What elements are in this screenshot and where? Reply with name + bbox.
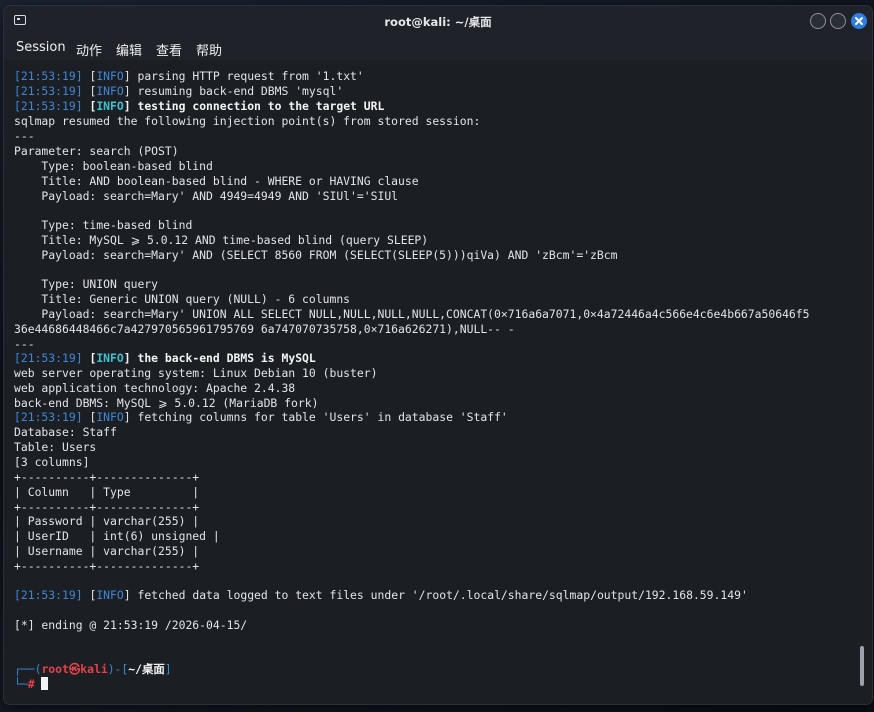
log-line: [21:53:19] [INFO] fetched data logged to…: [14, 588, 748, 602]
window-title: root@kali: ~/桌面: [384, 15, 492, 29]
output-line: Database: Staff: [14, 425, 117, 439]
close-button[interactable]: [851, 13, 867, 29]
separator-line: ---: [14, 337, 35, 351]
table-row: | Username | varchar(255) |: [14, 544, 200, 558]
output-line: Payload: search=Mary' AND 4949=4949 AND …: [14, 189, 399, 203]
output-line: Type: time-based blind: [14, 218, 193, 232]
output-line: Table: Users: [14, 440, 97, 454]
output-line: 36e44686448466c7a427970565961795769 6a74…: [14, 322, 515, 336]
scrollbar[interactable]: [860, 646, 864, 686]
output-line: Payload: search=Mary' AND (SELECT 8560 F…: [14, 248, 618, 262]
table-row: | UserID | int(6) unsigned |: [14, 529, 220, 543]
log-line: [21:53:19] [INFO] testing connection to …: [14, 99, 385, 113]
output-line: [3 columns]: [14, 455, 90, 469]
menu-bar: Session 动作 编辑 查看 帮助: [4, 36, 872, 60]
output-line: web server operating system: Linux Debia…: [14, 366, 378, 380]
menu-edit[interactable]: 编辑: [116, 40, 142, 59]
log-line: [21:53:19] [INFO] parsing HTTP request f…: [14, 69, 364, 83]
menu-session[interactable]: Session: [16, 40, 66, 55]
table-header: | Column | Type |: [14, 485, 200, 499]
output-line: Payload: search=Mary' UNION ALL SELECT N…: [14, 307, 810, 321]
text-cursor: [41, 677, 49, 690]
log-line: [21:53:19] [INFO] fetching columns for t…: [14, 410, 508, 424]
menu-help[interactable]: 帮助: [196, 40, 222, 59]
close-icon: [855, 17, 863, 25]
output-line: Type: boolean-based blind: [14, 159, 213, 173]
table-border: +----------+--------------+: [14, 470, 200, 484]
output-line: Type: UNION query: [14, 277, 159, 291]
output-line: [*] ending @ 21:53:19 /2026-04-15/: [14, 618, 248, 632]
table-row: | Password | varchar(255) |: [14, 514, 200, 528]
maximize-button[interactable]: [830, 13, 846, 29]
table-border: +----------+--------------+: [14, 559, 200, 573]
minimize-button[interactable]: [810, 13, 826, 29]
output-line: back-end DBMS: MySQL ⩾ 5.0.12 (MariaDB f…: [14, 396, 319, 410]
output-line: Parameter: search (POST): [14, 144, 179, 158]
log-line: [21:53:19] [INFO] resuming back-end DBMS…: [14, 84, 344, 98]
output-line: web application technology: Apache 2.4.3…: [14, 381, 296, 395]
menu-actions[interactable]: 动作: [76, 40, 102, 59]
log-line: [21:53:19] [INFO] the back-end DBMS is M…: [14, 351, 316, 365]
table-border: +----------+--------------+: [14, 500, 200, 514]
terminal-output[interactable]: [21:53:19] [INFO] parsing HTTP request f…: [4, 60, 872, 704]
shell-input-line[interactable]: └─#: [14, 677, 49, 692]
output-line: Title: MySQL ⩾ 5.0.12 AND time-based bli…: [14, 233, 429, 247]
menu-view[interactable]: 查看: [156, 40, 182, 59]
shell-prompt: ┌──(root㉿kali)-[~/桌面]: [14, 662, 172, 676]
terminal-window: root@kali: ~/桌面 Session 动作 编辑 查看 帮助 [21:…: [4, 6, 872, 704]
output-line: sqlmap resumed the following injection p…: [14, 114, 481, 128]
separator-line: ---: [14, 129, 35, 143]
output-line: Title: Generic UNION query (NULL) - 6 co…: [14, 292, 351, 306]
title-bar[interactable]: root@kali: ~/桌面: [4, 6, 872, 36]
output-line: Title: AND boolean-based blind - WHERE o…: [14, 174, 419, 188]
